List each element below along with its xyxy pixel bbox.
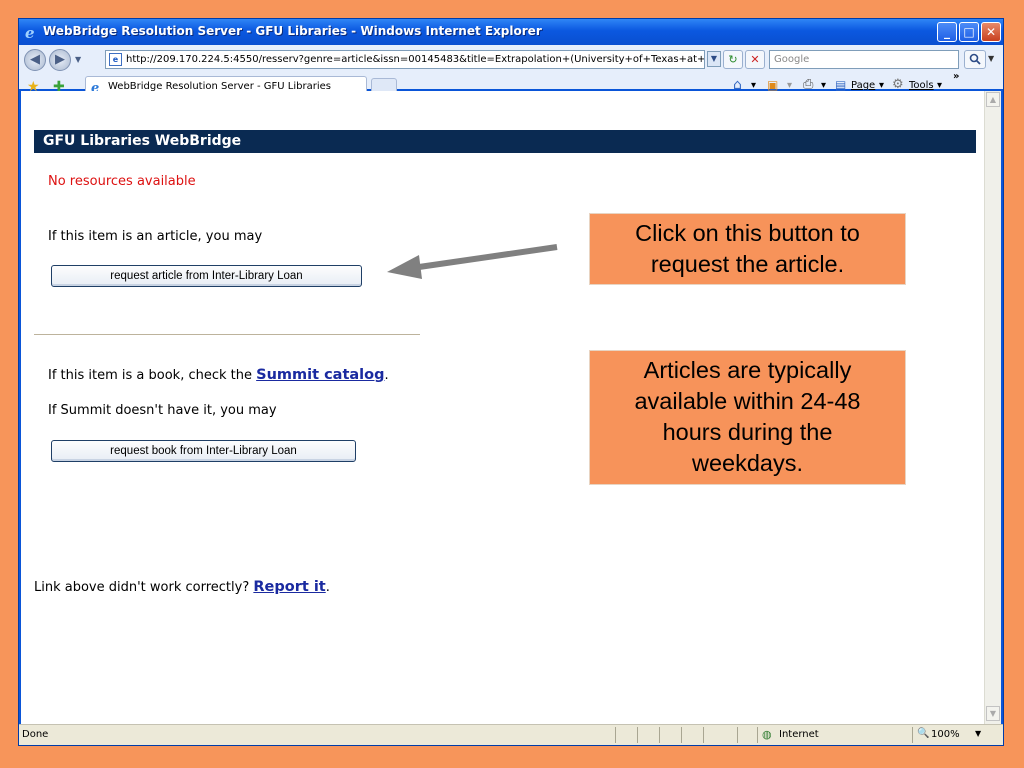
tools-gear-icon[interactable]: ⚙ — [892, 77, 904, 92]
availability-line-3: hours during the — [662, 419, 833, 445]
vertical-scrollbar[interactable]: ▲ ▼ — [984, 91, 1001, 724]
feeds-icon[interactable]: ▣ — [767, 78, 778, 92]
pointer-arrow-icon — [387, 244, 558, 279]
status-separator — [637, 727, 638, 743]
page-header: GFU Libraries WebBridge — [34, 130, 976, 153]
address-value: http://209.170.224.5:4550/resserv?genre=… — [126, 54, 705, 65]
refresh-button[interactable]: ↻ — [723, 50, 743, 69]
status-separator — [757, 727, 758, 743]
title-bar: e WebBridge Resolution Server - GFU Libr… — [19, 19, 1003, 45]
status-bar: Done ◍ Internet 🔍 100% ▼ — [19, 724, 1003, 745]
page-dropdown-icon[interactable]: ▾ — [879, 80, 884, 91]
search-icon — [969, 53, 981, 65]
status-separator — [737, 727, 738, 743]
search-options-icon[interactable]: ▼ — [988, 54, 994, 63]
svg-text:e: e — [25, 24, 35, 40]
feeds-dropdown-icon[interactable]: ▾ — [787, 80, 792, 91]
availability-line-2: available within 24-48 — [634, 388, 861, 414]
divider — [34, 334, 420, 335]
page-icon: e — [109, 53, 122, 66]
summit-prompt: If Summit doesn't have it, you may — [48, 403, 277, 418]
book-prompt-end: . — [384, 368, 389, 383]
print-dropdown-icon[interactable]: ▾ — [821, 80, 826, 91]
availability-line-1: Articles are typically — [643, 357, 852, 383]
ie-logo-icon: e — [25, 24, 35, 40]
scroll-up-icon[interactable]: ▲ — [986, 92, 1000, 107]
book-prompt-text: If this item is a book, check the — [48, 368, 257, 383]
forward-button[interactable]: ▶ — [49, 49, 71, 71]
search-input[interactable]: Google — [769, 50, 959, 69]
request-article-button[interactable]: request article from Inter-Library Loan — [51, 265, 362, 287]
status-text: Done — [22, 729, 49, 740]
status-separator — [659, 727, 660, 743]
report-end: . — [325, 580, 330, 595]
status-separator — [615, 727, 616, 743]
book-prompt: If this item is a book, check the Summit… — [48, 367, 389, 383]
button-tip-line-1: Click on this button to — [635, 220, 860, 246]
status-separator — [681, 727, 682, 743]
summit-catalog-link[interactable]: Summit catalog — [256, 367, 384, 383]
button-tip-callout: Click on this button to request the arti… — [589, 213, 906, 285]
report-it-link[interactable]: Report it — [253, 579, 325, 595]
close-button[interactable]: ✕ — [981, 22, 1001, 42]
history-dropdown-icon[interactable]: ▼ — [75, 55, 81, 64]
maximize-button[interactable]: □ — [959, 22, 979, 42]
button-tip-line-2: request the article. — [650, 251, 845, 277]
zoom-icon[interactable]: 🔍 — [917, 728, 929, 739]
address-toolbar: ◀ ▶ ▼ e http://209.170.224.5:4550/resser… — [19, 45, 1003, 98]
article-prompt: If this item is an article, you may — [48, 229, 263, 244]
scroll-down-icon[interactable]: ▼ — [986, 706, 1000, 721]
home-dropdown-icon[interactable]: ▾ — [751, 80, 756, 91]
zone-label: Internet — [779, 729, 819, 740]
tools-dropdown-icon[interactable]: ▾ — [937, 80, 942, 91]
toolbar-overflow-icon[interactable]: » — [953, 71, 959, 82]
address-dropdown-icon[interactable]: ▼ — [707, 51, 721, 67]
minimize-button[interactable]: _ — [937, 22, 957, 42]
stop-button[interactable]: ✕ — [745, 50, 765, 69]
status-separator — [703, 727, 704, 743]
report-prompt: Link above didn't work correctly? — [34, 580, 254, 595]
request-book-button[interactable]: request book from Inter-Library Loan — [51, 440, 356, 462]
browser-window: e WebBridge Resolution Server - GFU Libr… — [18, 18, 1004, 746]
report-line: Link above didn't work correctly? Report… — [34, 579, 330, 595]
availability-line-4: weekdays. — [691, 450, 804, 476]
zoom-level[interactable]: 100% — [931, 729, 960, 740]
status-separator — [912, 727, 913, 743]
address-field[interactable]: e http://209.170.224.5:4550/resserv?genr… — [105, 50, 705, 69]
availability-callout: Articles are typically available within … — [589, 350, 906, 485]
page-menu[interactable]: Page — [851, 80, 875, 91]
print-icon[interactable]: ⎙ — [803, 77, 813, 92]
page-menu-icon[interactable]: ▤ — [835, 78, 846, 92]
window-title: WebBridge Resolution Server - GFU Librar… — [43, 24, 542, 38]
globe-icon: ◍ — [762, 728, 772, 741]
tools-menu[interactable]: Tools — [909, 80, 934, 91]
back-button[interactable]: ◀ — [24, 49, 46, 71]
search-button[interactable] — [964, 50, 986, 69]
page-content: GFU Libraries WebBridge No resources ava… — [21, 91, 984, 724]
zoom-dropdown-icon[interactable]: ▼ — [975, 729, 981, 738]
no-resources-message: No resources available — [48, 174, 196, 189]
